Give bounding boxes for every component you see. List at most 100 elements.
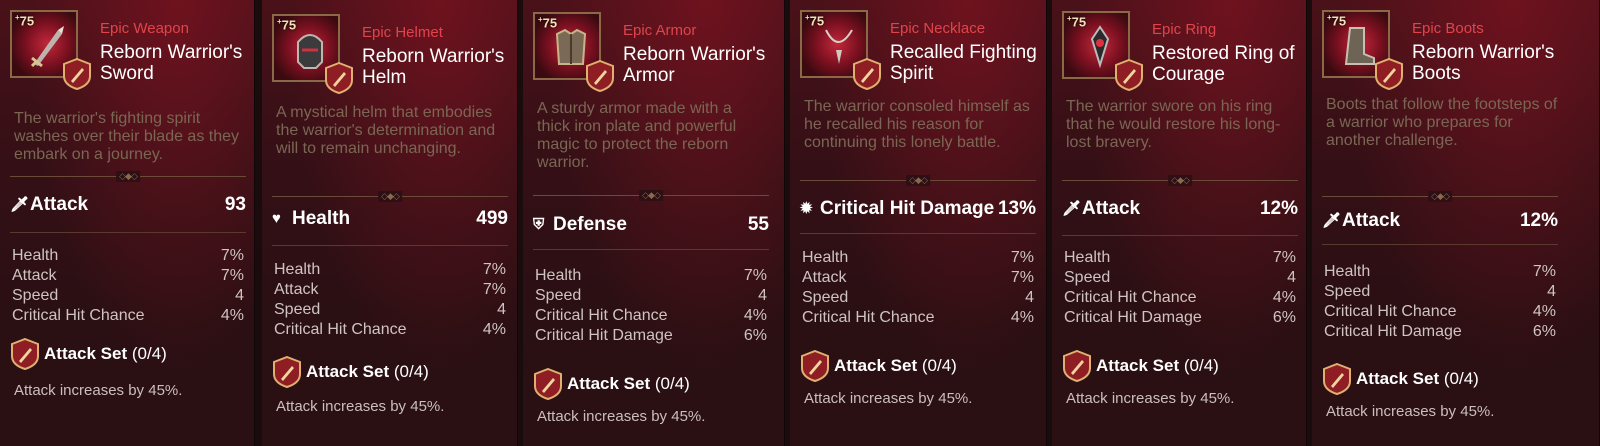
main-stat-label: Critical Hit Damage <box>820 198 995 219</box>
substat-value: 6% <box>743 327 767 344</box>
substat-value: 7% <box>1532 263 1556 280</box>
set-badge-icon <box>1374 57 1404 91</box>
attack-set-icon <box>272 355 302 389</box>
set-description: Attack increases by 45%. <box>14 382 183 399</box>
set-bonus: Attack Set (0/4) <box>272 355 508 389</box>
defense-icon: ⛨ <box>533 216 545 233</box>
substat-row: Critical Hit Chance 4% <box>802 308 1034 328</box>
main-stat-value: 55 <box>747 214 769 235</box>
set-description: Attack increases by 45%. <box>1326 403 1495 420</box>
item-description: The warrior's fighting spirit washes ove… <box>14 110 240 163</box>
item-description: Boots that follow the footsteps of a war… <box>1326 96 1558 149</box>
item-rarity: Epic Boots <box>1412 20 1484 37</box>
stat-divider <box>272 245 508 246</box>
substat-label: Attack <box>802 269 847 286</box>
attack-set-icon <box>1062 349 1092 383</box>
substat-row: Speed 4 <box>12 286 244 306</box>
substat-row: Attack 7% <box>802 268 1034 288</box>
item-description: The warrior consoled himself as he recal… <box>804 98 1030 151</box>
substat-value: 4 <box>1547 283 1556 300</box>
substat-value: 7% <box>743 267 767 284</box>
section-divider: ◇◆◇ <box>800 175 1036 186</box>
substat-row: Speed 4 <box>1064 268 1296 288</box>
set-name: Attack Set <box>44 344 128 363</box>
set-name: Attack Set <box>1096 356 1180 375</box>
main-stat: ⛨ Defense 55 <box>533 214 769 236</box>
set-description: Attack increases by 45%. <box>276 398 445 415</box>
item-card[interactable]: +75 Epic Weapon Reborn Warrior's Sword The … <box>0 0 255 446</box>
set-description: Attack increases by 45%. <box>1066 390 1235 407</box>
substat-value: 4% <box>220 307 244 324</box>
item-card[interactable]: +75 Epic Armor Reborn Warrior's Armor A stu… <box>523 0 785 446</box>
main-stat-label: Attack <box>1342 210 1401 231</box>
substat-value: 4 <box>1287 269 1296 286</box>
substat-value: 7% <box>482 261 506 278</box>
substat-value: 6% <box>1532 323 1556 340</box>
substat-value: 4 <box>235 287 244 304</box>
substat-label: Critical Hit Chance <box>802 309 935 326</box>
item-rarity: Epic Necklace <box>890 20 986 37</box>
substat-row: Speed 4 <box>535 286 767 306</box>
substat-label: Speed <box>1064 269 1111 286</box>
attack-icon: 🗡 <box>1322 212 1342 229</box>
substat-row: Speed 4 <box>802 288 1034 308</box>
substat-row: Speed 4 <box>1324 282 1556 302</box>
substat-value: 4 <box>1025 289 1034 306</box>
substat-row: Critical Hit Chance 4% <box>1324 302 1556 322</box>
substat-label: Health <box>802 249 849 266</box>
substat-list: Health 7% Speed 4 Critical Hit Chance 4% Criti… <box>1064 248 1296 328</box>
item-card[interactable]: +75 Epic Necklace Recalled Fighting Spirit… <box>790 0 1047 446</box>
substat-row: Attack 7% <box>274 280 506 300</box>
item-description: A mystical helm that embodies the warrio… <box>276 104 496 157</box>
set-badge-icon <box>324 61 354 95</box>
set-bonus: Attack Set (0/4) <box>533 367 769 401</box>
stat-divider <box>10 232 246 233</box>
substat-value: 4 <box>758 287 767 304</box>
substat-value: 4% <box>1532 303 1556 320</box>
section-divider: ◇◆◇ <box>533 190 769 201</box>
main-stat: ♥ Health 499 <box>272 208 508 230</box>
set-name: Attack Set <box>834 356 918 375</box>
substat-value: 7% <box>1010 249 1034 266</box>
main-stat-label: Attack <box>30 194 89 215</box>
item-card[interactable]: +75 Epic Helmet Reborn Warrior's Helm A mys… <box>262 0 518 446</box>
set-count: (0/4) <box>654 374 690 393</box>
set-count: (0/4) <box>393 362 429 381</box>
substat-label: Speed <box>274 301 321 318</box>
set-count: (0/4) <box>1443 369 1479 388</box>
substat-value: 7% <box>220 267 244 284</box>
section-divider: ◇◆◇ <box>272 191 508 202</box>
attack-icon: 🗡 <box>1062 200 1082 217</box>
main-stat: 🗡Attack 12% <box>1062 198 1298 220</box>
item-card[interactable]: +75 Epic Boots Reborn Warrior's Boots Boots… <box>1312 0 1600 446</box>
main-stat-value: 499 <box>476 208 508 229</box>
set-name: Attack Set <box>1356 369 1440 388</box>
main-stat-value: 13% <box>997 198 1036 219</box>
stat-divider <box>1322 244 1558 245</box>
substat-row: Speed 4 <box>274 300 506 320</box>
substat-row: Health 7% <box>1324 262 1556 282</box>
main-stat-label: Defense <box>553 214 627 235</box>
main-stat-label: Attack <box>1082 198 1141 219</box>
item-description: The warrior swore on his ring that he wo… <box>1066 98 1281 151</box>
substat-value: 4% <box>743 307 767 324</box>
main-stat-label: Health <box>292 208 351 229</box>
section-divider: ◇◆◇ <box>10 171 246 182</box>
substat-value: 7% <box>1272 249 1296 266</box>
attack-set-icon <box>10 337 40 371</box>
set-description: Attack increases by 45%. <box>804 390 973 407</box>
substat-row: Critical Hit Chance 4% <box>1064 288 1296 308</box>
item-card[interactable]: +75 Epic Ring Restored Ring of Courage The … <box>1052 0 1307 446</box>
substat-label: Speed <box>802 289 849 306</box>
attack-set-icon <box>1322 362 1352 396</box>
substat-label: Health <box>535 267 582 284</box>
item-rarity: Epic Weapon <box>100 20 189 37</box>
item-name: Reborn Warrior's Armor <box>623 44 766 86</box>
substat-row: Health 7% <box>12 246 244 266</box>
set-badge-icon <box>1114 58 1144 92</box>
substat-list: Health 7% Attack 7% Speed 4 Critical Hit Chanc… <box>802 248 1034 328</box>
substat-value: 4% <box>482 321 506 338</box>
item-rarity: Epic Armor <box>623 22 697 39</box>
main-stat: ✹ Critical Hit Damage 13% <box>800 198 1036 220</box>
set-bonus: Attack Set (0/4) <box>1062 349 1298 383</box>
